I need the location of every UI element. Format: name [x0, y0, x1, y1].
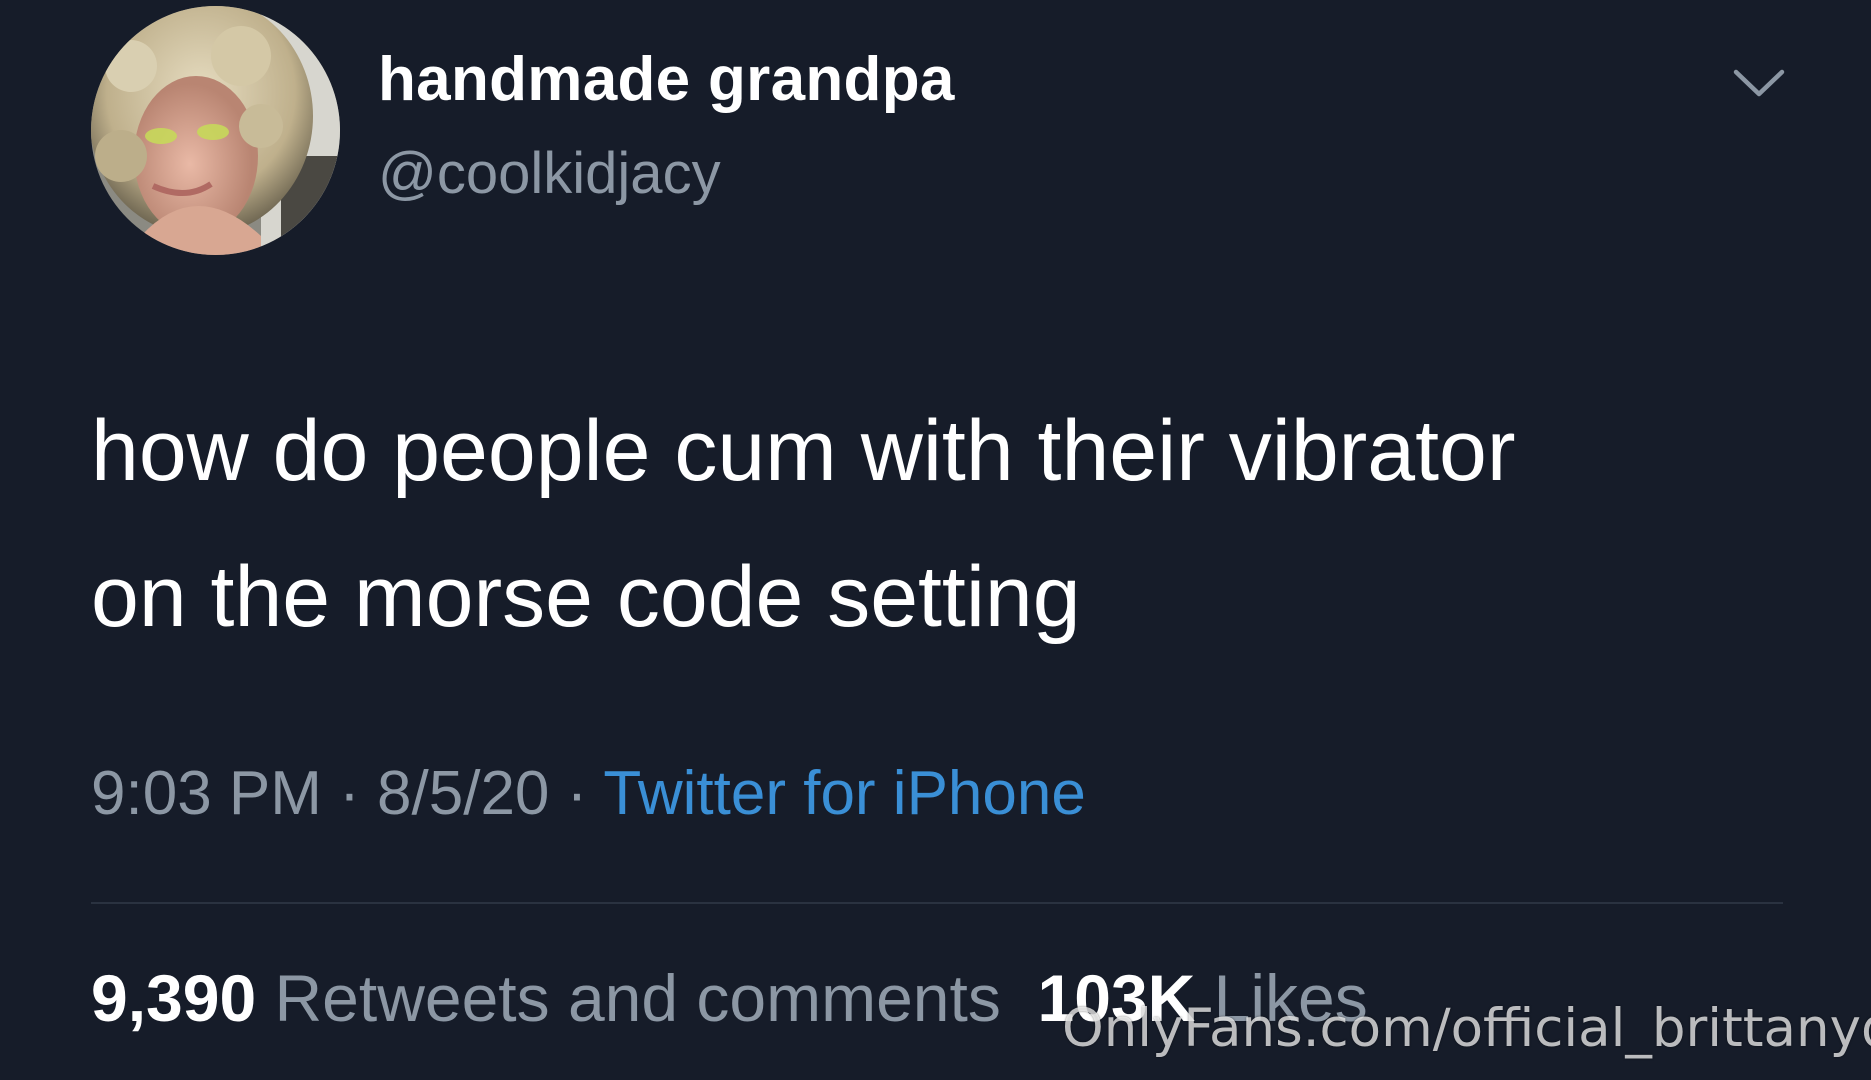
retweets-label: Retweets and comments — [274, 961, 1001, 1035]
meta-separator: · — [566, 759, 588, 828]
tweet-text-line: how do people cum with their vibrator — [91, 403, 1516, 499]
meta-separator: · — [339, 759, 360, 828]
watermark: OnlyFans.com/official_brittanyd — [1062, 998, 1871, 1059]
tweet-source-link[interactable]: Twitter for iPhone — [603, 759, 1085, 828]
user-handle[interactable]: @coolkidjacy — [378, 140, 721, 207]
chevron-down-icon[interactable] — [1730, 62, 1788, 102]
tweet-text: how do people cum with their vibrator on… — [91, 378, 1791, 670]
divider — [91, 902, 1783, 904]
display-name[interactable]: handmade grandpa — [378, 44, 955, 115]
retweets-stat[interactable]: 9,390 Retweets and comments — [91, 961, 1001, 1035]
tweet-time[interactable]: 9:03 PM — [91, 759, 322, 828]
tweet-meta: 9:03 PM · 8/5/20 · Twitter for iPhone — [91, 758, 1086, 829]
retweets-count: 9,390 — [91, 961, 257, 1035]
tweet-text-line: on the morse code setting — [91, 549, 1081, 645]
tweet-card: handmade grandpa @coolkidjacy how do peo… — [0, 0, 1871, 1080]
profile-photo-icon — [91, 6, 340, 255]
tweet-date[interactable]: 8/5/20 — [377, 759, 549, 828]
avatar[interactable] — [91, 6, 340, 255]
